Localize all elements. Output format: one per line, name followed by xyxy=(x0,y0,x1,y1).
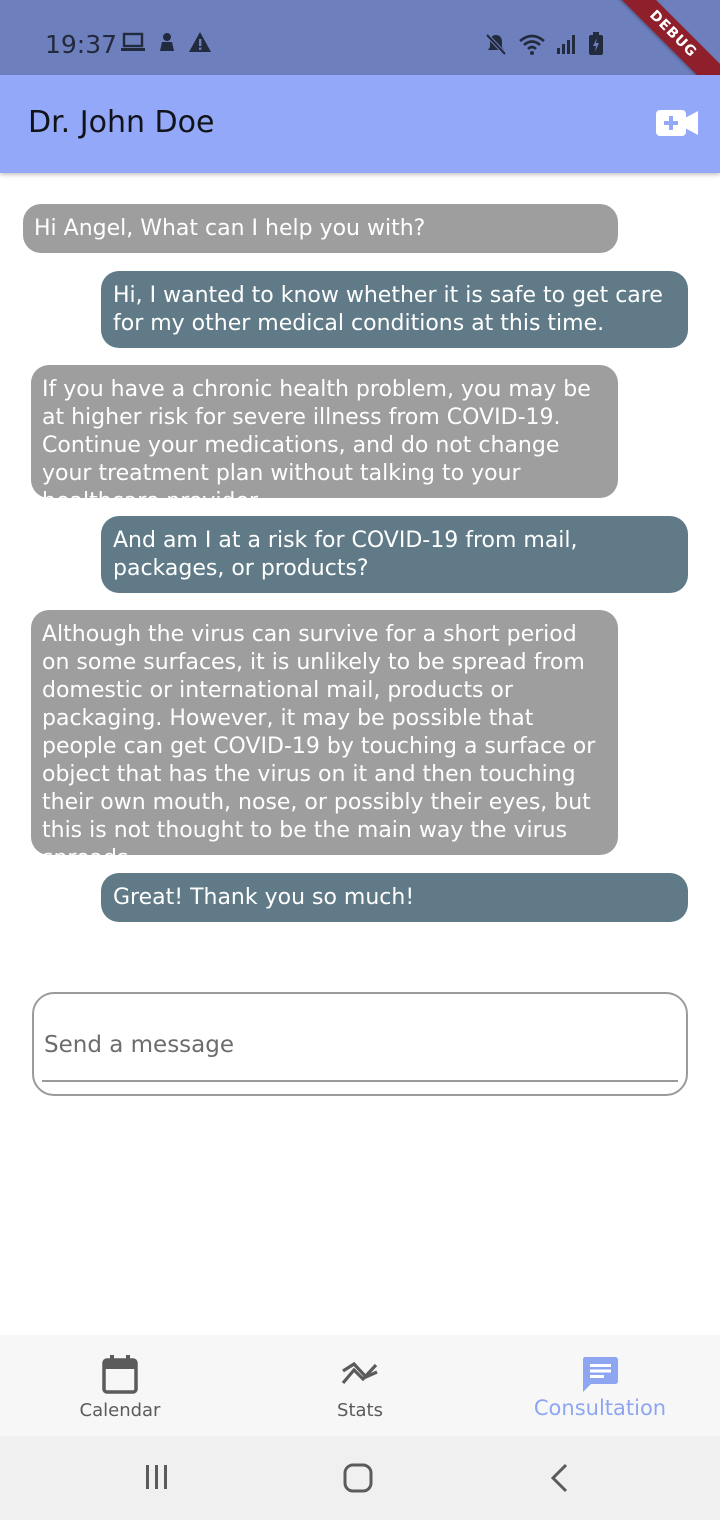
notification-icon xyxy=(160,33,174,51)
nav-item-consultation[interactable]: Consultation xyxy=(480,1335,720,1436)
message-input[interactable] xyxy=(42,1010,678,1082)
message-composer xyxy=(32,992,688,1096)
nav-label-consultation: Consultation xyxy=(533,1396,667,1420)
home-icon[interactable] xyxy=(342,1462,374,1494)
system-nav xyxy=(0,1436,720,1520)
battery-icon xyxy=(589,32,603,55)
nav-label-calendar: Calendar xyxy=(79,1400,161,1421)
message-bubble-received: If you have a chronic health problem, yo… xyxy=(31,365,618,514)
nav-item-stats[interactable]: Stats xyxy=(240,1335,480,1436)
laptop-icon xyxy=(121,32,145,51)
video-call-icon[interactable] xyxy=(656,108,698,138)
chat-area: Hi Angel, What can I help you with? Hi, … xyxy=(0,173,720,963)
signal-icon xyxy=(557,35,575,54)
status-icons-left xyxy=(120,31,212,53)
nav-label-stats: Stats xyxy=(337,1400,383,1421)
message-bubble-sent: Great! Thank you so much! xyxy=(101,873,688,922)
app-bar: Dr. John Doe xyxy=(0,75,720,173)
message-bubble-sent: And am I at a risk for COVID-19 from mai… xyxy=(101,516,688,593)
status-time: 19:37 xyxy=(45,30,118,59)
message-bubble-sent: Hi, I wanted to know whether it is safe … xyxy=(101,271,688,348)
page-title: Dr. John Doe xyxy=(28,105,215,140)
recent-apps-icon[interactable] xyxy=(143,1462,171,1492)
mute-icon xyxy=(485,33,507,56)
back-icon[interactable] xyxy=(548,1462,572,1494)
nav-item-calendar[interactable]: Calendar xyxy=(0,1335,240,1436)
bottom-nav: Calendar Stats Consultation xyxy=(0,1335,720,1436)
wifi-icon xyxy=(519,34,545,55)
message-bubble-received: Although the virus can survive for a sho… xyxy=(31,610,618,871)
message-bubble-received: Hi Angel, What can I help you with? xyxy=(23,204,618,253)
warning-icon xyxy=(189,32,211,52)
calendar-icon xyxy=(102,1355,138,1394)
stats-icon xyxy=(341,1361,378,1385)
status-icons-right xyxy=(484,32,604,56)
status-bar: 19:37 xyxy=(0,0,720,75)
chat-icon xyxy=(583,1357,618,1392)
